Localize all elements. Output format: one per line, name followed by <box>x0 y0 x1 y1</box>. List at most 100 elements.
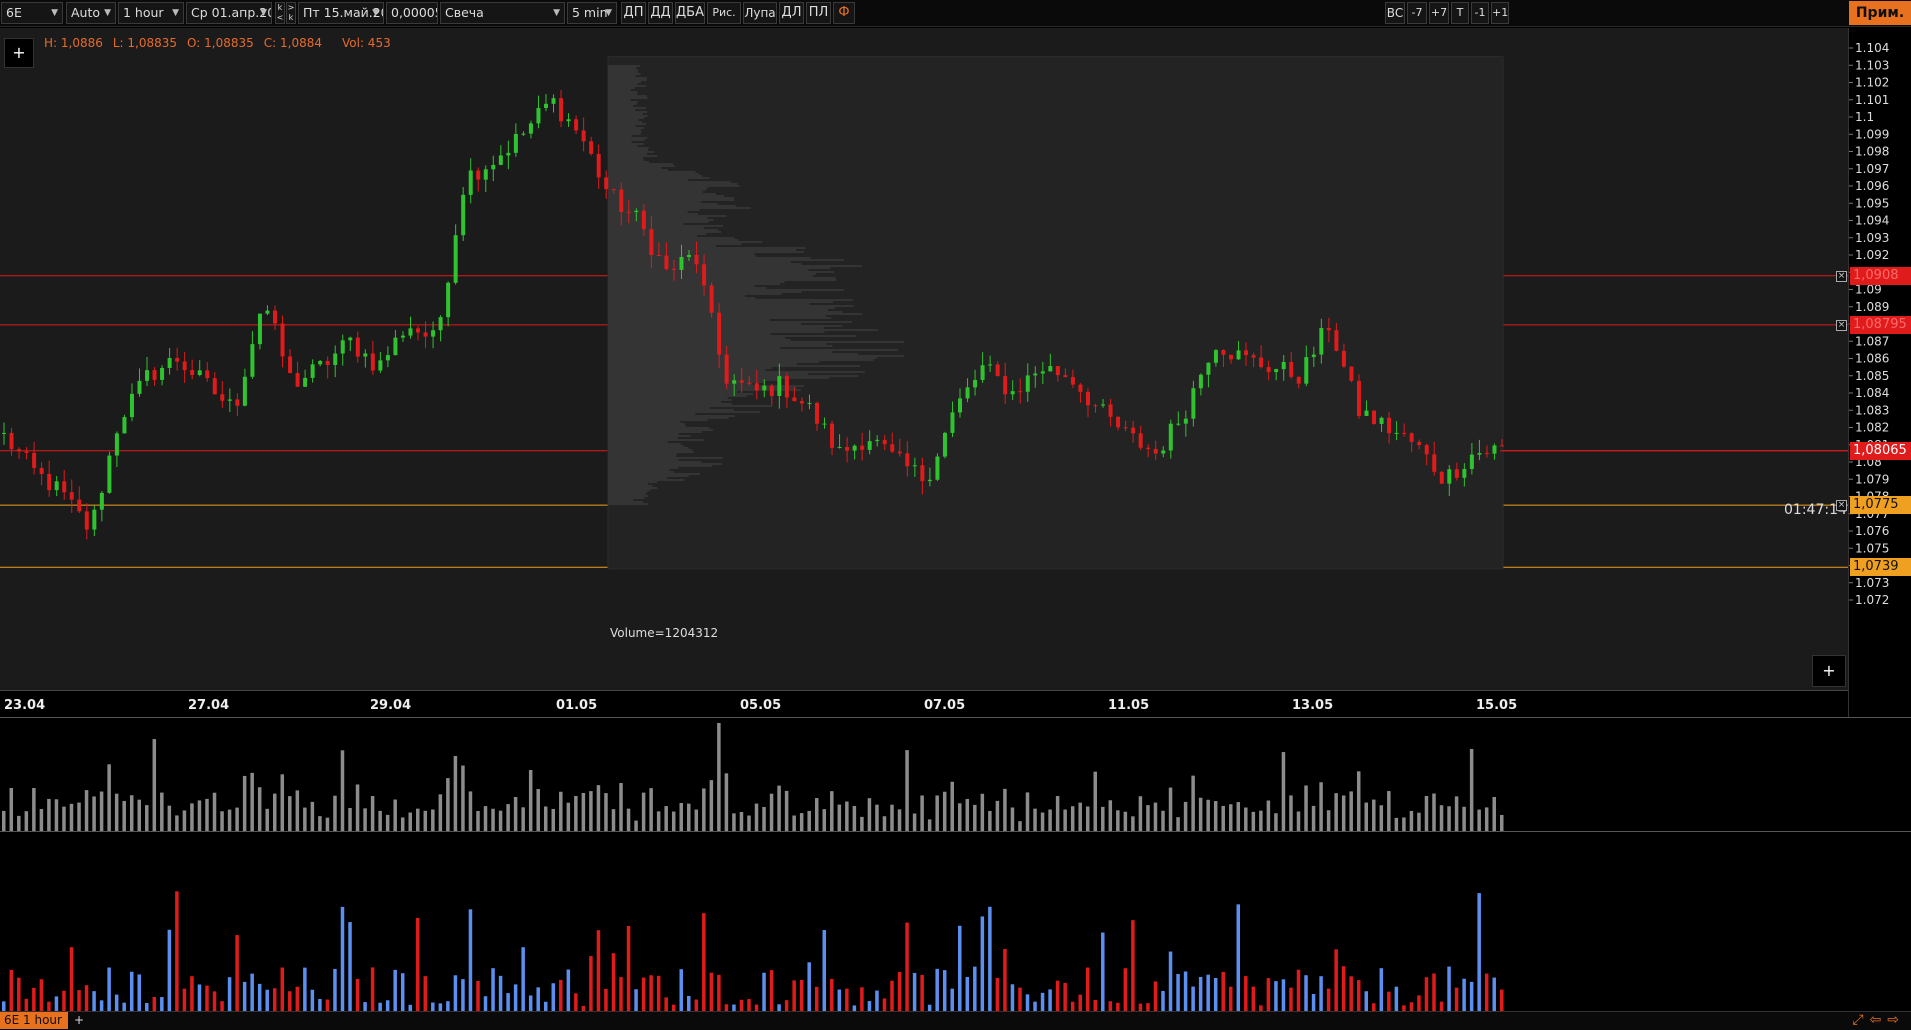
phi-icon[interactable]: Ф <box>833 2 855 24</box>
volume-bar <box>1010 807 1015 831</box>
volume-profile-bar <box>608 463 722 465</box>
pl-button[interactable]: ПЛ <box>806 2 831 24</box>
volume-bar <box>574 795 578 831</box>
delta-bar <box>114 994 119 1012</box>
volume-panel[interactable] <box>0 717 1911 831</box>
delta-bar <box>416 917 420 1012</box>
delta-bar <box>1281 979 1286 1012</box>
volume-profile-bar <box>608 465 713 467</box>
date-from-picker[interactable]: Ср 01.апр.20 ▼ <box>186 2 272 24</box>
price-tick-label: 1.087 <box>1855 334 1889 348</box>
volume-profile-bar <box>608 475 689 477</box>
candle-body <box>431 330 436 337</box>
volume-bar <box>739 811 744 831</box>
price-level-tag[interactable]: 1,08795 <box>1850 315 1911 334</box>
volume-profile-bar <box>608 151 655 153</box>
date-step-buttons[interactable]: k < <box>275 2 285 24</box>
candle-body <box>1500 445 1504 447</box>
delta-bar <box>1040 992 1045 1012</box>
dba-button[interactable]: ДБА <box>675 2 705 24</box>
price-chart-panel[interactable] <box>0 28 1848 690</box>
volume-bar <box>1176 817 1180 831</box>
candle-body <box>47 473 52 491</box>
timeframe-select[interactable]: 1 hour ▼ <box>118 2 184 24</box>
volume-bar <box>129 795 134 831</box>
volume-bar <box>687 803 691 831</box>
t-button[interactable]: T <box>1451 2 1469 24</box>
candle-body <box>1221 350 1226 355</box>
date-tick-label: 29.04 <box>370 698 411 713</box>
chart-type-select[interactable]: Свеча ▼ <box>440 2 565 24</box>
price-level-tag[interactable]: 1,0908 <box>1850 266 1911 285</box>
volume-bar <box>1469 748 1474 831</box>
volume-bar <box>1326 810 1331 831</box>
expand-icon[interactable]: ⤢ <box>1852 1012 1869 1028</box>
volume-bar <box>935 795 939 831</box>
date-axis[interactable]: 23.04 27.04 29.04 01.05 05.05 07.05 11.05 13.05… <box>0 690 1848 717</box>
delta-bar <box>54 996 59 1012</box>
chevron-down-icon: ▼ <box>172 8 179 18</box>
remove-level-icon[interactable]: × <box>1836 500 1847 512</box>
delta-panel[interactable] <box>0 831 1911 1012</box>
volume-profile-bar <box>608 349 899 351</box>
arrow-right-icon[interactable]: ⇨ <box>1887 1012 1905 1028</box>
remove-level-icon[interactable]: × <box>1836 270 1847 282</box>
price-level-tag[interactable]: 1,0739 <box>1850 558 1911 577</box>
delta-bar <box>1394 986 1399 1012</box>
volume-bar <box>1048 809 1052 831</box>
delta-bar <box>197 984 202 1012</box>
date-tick-label: 13.05 <box>1292 698 1333 713</box>
volume-profile-bar <box>608 159 644 161</box>
apply-button[interactable]: Прим. <box>1849 1 1911 25</box>
plus-7-button[interactable]: +7 <box>1429 2 1449 24</box>
volume-bar <box>92 796 96 831</box>
price-level-tag[interactable]: 1,0775 <box>1850 496 1911 515</box>
add-indicator-button[interactable]: + <box>4 38 34 68</box>
candle-body <box>1055 366 1060 376</box>
chevron-down-icon: ▼ <box>605 8 612 18</box>
candle-body <box>1176 423 1181 425</box>
symbol-select[interactable]: 6E ▼ <box>1 2 63 24</box>
candle-body <box>920 465 925 482</box>
volume-bar <box>235 807 239 831</box>
dp-button[interactable]: ДП <box>621 2 646 24</box>
candle-body <box>363 353 368 357</box>
chart-tab[interactable]: 6E 1 hour <box>0 1012 68 1029</box>
volume-profile-bar <box>608 335 856 337</box>
date-tick-label: 23.04 <box>4 698 45 713</box>
volume-profile-bar <box>608 385 804 387</box>
date-tick-label: 27.04 <box>188 698 229 713</box>
plus-1-button[interactable]: +1 <box>1491 2 1509 24</box>
delta-bar <box>649 975 653 1012</box>
remove-level-icon[interactable]: × <box>1836 319 1847 331</box>
add-tab-button[interactable]: + <box>74 1012 84 1029</box>
dl-button[interactable]: ДЛ <box>779 2 804 24</box>
tick-size-input[interactable]: 0,00005 <box>386 2 438 24</box>
magnifier-button[interactable]: Лупа <box>743 2 777 24</box>
delta-bar <box>641 977 646 1012</box>
date-to-picker[interactable]: Пт 15.май.20 ▼ <box>298 2 384 24</box>
volume-bar <box>920 795 924 831</box>
arrow-left-icon[interactable]: ⇦ <box>1870 1012 1888 1028</box>
dd-button[interactable]: ДД <box>648 2 673 24</box>
price-scale[interactable]: 1.104 1.103 1.102 1.101 1.1 1.099 1.098 1.097 1.… <box>1848 28 1911 718</box>
volume-bar <box>543 806 548 831</box>
add-panel-button[interactable]: + <box>1812 655 1846 687</box>
price-level-tag[interactable]: 1,08065 <box>1850 441 1911 460</box>
candle-body <box>506 152 511 156</box>
delta-bar <box>62 990 66 1012</box>
candle-body <box>536 107 541 124</box>
candlestick-chart[interactable] <box>0 28 1848 690</box>
delta-bar <box>1244 976 1248 1012</box>
mode-select[interactable]: Auto ▼ <box>66 2 116 24</box>
candle-body <box>1108 404 1113 417</box>
volume-profile-bar <box>608 429 713 431</box>
delta-bar <box>1123 968 1128 1012</box>
minus-7-button[interactable]: -7 <box>1407 2 1427 24</box>
vs-button[interactable]: ВС <box>1385 2 1405 24</box>
draw-button[interactable]: Рис. <box>707 2 741 24</box>
date-step-buttons-right[interactable]: > k <box>286 2 296 24</box>
profile-period-select[interactable]: 5 min ▼ <box>567 2 617 24</box>
minus-1-button[interactable]: -1 <box>1471 2 1489 24</box>
volume-bar <box>830 791 834 831</box>
